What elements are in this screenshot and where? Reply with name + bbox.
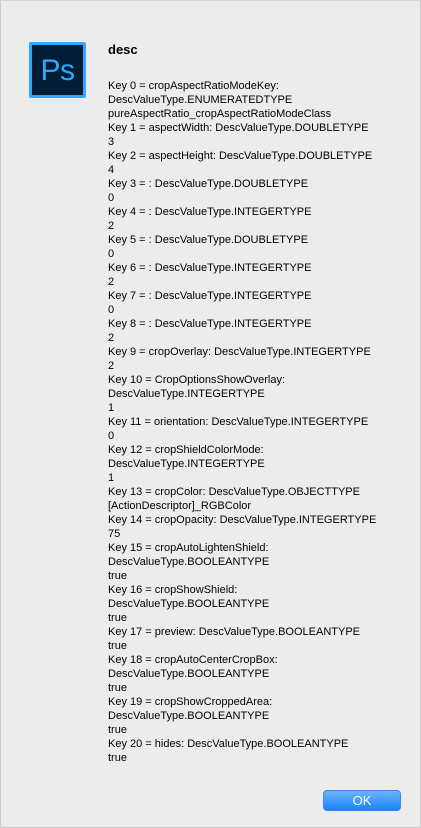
message-line: Key 17 = preview: DescValueType.BOOLEANT… — [108, 626, 360, 638]
message-line: Key 3 = : DescValueType.DOUBLETYPE — [108, 178, 309, 190]
message-line: DescValueType.BOOLEANTYPE — [108, 556, 270, 568]
message-line: 2 — [108, 276, 115, 288]
message-line: 1 — [108, 402, 115, 414]
message-line: Key 7 = : DescValueType.INTEGERTYPE — [108, 290, 312, 302]
message-line: Key 11 = orientation: DescValueType.INTE… — [108, 416, 369, 428]
message-line: 2 — [108, 220, 115, 232]
message-line: Key 5 = : DescValueType.DOUBLETYPE — [108, 234, 309, 246]
ok-button[interactable]: OK — [323, 790, 401, 811]
dialog-title: desc — [108, 42, 138, 57]
message-line: Key 2 = aspectHeight: DescValueType.DOUB… — [108, 150, 373, 162]
message-line: DescValueType.INTEGERTYPE — [108, 458, 265, 470]
message-line: 1 — [108, 472, 115, 484]
message-line: Key 6 = : DescValueType.INTEGERTYPE — [108, 262, 312, 274]
message-line: DescValueType.BOOLEANTYPE — [108, 598, 270, 610]
dialog-message: Key 0 = cropAspectRatioModeKey: DescValue… — [108, 79, 408, 765]
message-line: DescValueType.INTEGERTYPE — [108, 388, 265, 400]
message-line: true — [108, 570, 127, 582]
photoshop-icon: Ps — [29, 42, 86, 98]
message-line: 3 — [108, 136, 115, 148]
message-line: Key 8 = : DescValueType.INTEGERTYPE — [108, 318, 312, 330]
message-line: true — [108, 752, 127, 764]
message-line: [ActionDescriptor]_RGBColor — [108, 500, 252, 512]
message-line: Key 18 = cropAutoCenterCropBox: — [108, 654, 278, 666]
message-line: pureAspectRatio_cropAspectRatioModeClass — [108, 108, 332, 120]
message-line: Key 14 = cropOpacity: DescValueType.INTE… — [108, 514, 377, 526]
message-line: Key 12 = cropShieldColorMode: — [108, 444, 264, 456]
message-line: Key 4 = : DescValueType.INTEGERTYPE — [108, 206, 312, 218]
message-line: true — [108, 640, 127, 652]
message-line: true — [108, 724, 127, 736]
message-line: 0 — [108, 192, 115, 204]
message-line: Key 19 = cropShowCroppedArea: — [108, 696, 273, 708]
message-line: Key 1 = aspectWidth: DescValueType.DOUBL… — [108, 122, 369, 134]
message-line: Key 15 = cropAutoLightenShield: — [108, 542, 269, 554]
message-line: Key 16 = cropShowShield: — [108, 584, 238, 596]
message-line: Key 0 = cropAspectRatioModeKey: — [108, 80, 279, 92]
message-line: DescValueType.ENUMERATEDTYPE — [108, 94, 293, 106]
message-line: 75 — [108, 528, 121, 540]
message-line: 0 — [108, 430, 115, 442]
message-line: Key 13 = cropColor: DescValueType.OBJECT… — [108, 486, 360, 498]
message-line: Key 9 = cropOverlay: DescValueType.INTEG… — [108, 346, 371, 358]
message-line: DescValueType.BOOLEANTYPE — [108, 668, 270, 680]
message-line: DescValueType.BOOLEANTYPE — [108, 710, 270, 722]
message-line: 2 — [108, 332, 115, 344]
message-line: true — [108, 612, 127, 624]
alert-dialog: Ps desc Key 0 = cropAspectRatioModeKey: D… — [0, 0, 421, 828]
message-line: 2 — [108, 360, 115, 372]
message-line: Key 20 = hides: DescValueType.BOOLEANTYP… — [108, 738, 349, 750]
message-line: Key 10 = CropOptionsShowOverlay: — [108, 374, 286, 386]
message-line: 0 — [108, 248, 115, 260]
message-line: 4 — [108, 164, 115, 176]
message-line: true — [108, 682, 127, 694]
app-icon-label: Ps — [40, 53, 75, 87]
message-line: 0 — [108, 304, 115, 316]
